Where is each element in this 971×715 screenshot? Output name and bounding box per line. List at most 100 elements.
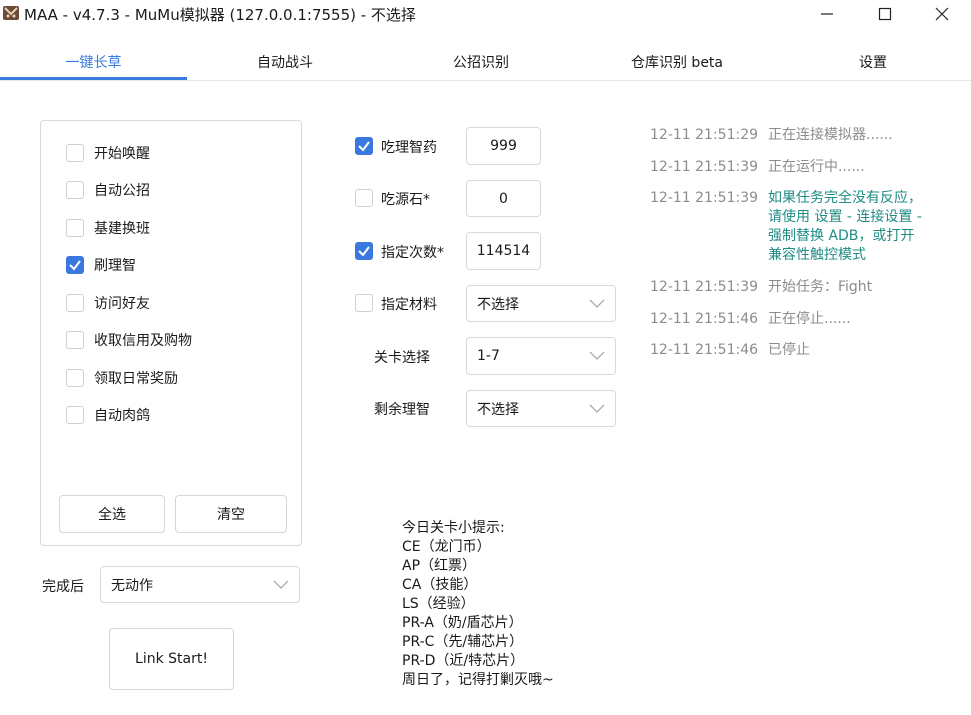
- log-time: 12-11 21:51:39: [650, 279, 759, 295]
- log-time: 12-11 21:51:29: [650, 127, 759, 143]
- task-label: 访问好友: [94, 296, 150, 312]
- stage-value: 1-7: [477, 348, 500, 364]
- minimize-button[interactable]: [798, 0, 856, 28]
- tab-auto-battle[interactable]: 自动战斗: [187, 52, 383, 74]
- log-time: 12-11 21:51:46: [650, 311, 759, 327]
- log-message: 正在连接模拟器......: [768, 127, 893, 143]
- times-label: 指定次数*: [381, 245, 444, 261]
- log-message: 开始任务：Fight: [768, 279, 873, 295]
- maximize-button[interactable]: [856, 0, 914, 28]
- task-item-wakeup[interactable]: 开始唤醒: [66, 143, 150, 163]
- app-icon: [3, 6, 19, 20]
- tip-line: CA（技能）: [402, 577, 478, 593]
- times-checkbox[interactable]: [355, 242, 373, 260]
- title-bar: MAA - v4.7.3 - MuMu模拟器 (127.0.0.1:7555) …: [0, 0, 971, 28]
- checkbox[interactable]: [66, 406, 84, 424]
- tip-line: AP（红票）: [402, 558, 477, 574]
- material-select[interactable]: 不选择: [466, 285, 616, 322]
- material-checkbox[interactable]: [355, 294, 373, 312]
- checkmark-icon: [358, 141, 370, 152]
- checkbox[interactable]: [66, 219, 84, 237]
- task-item-visit[interactable]: 访问好友: [66, 293, 150, 313]
- checkbox-checked[interactable]: [66, 256, 84, 274]
- task-label: 刷理智: [94, 258, 136, 274]
- tab-one-click[interactable]: 一键长草: [0, 52, 187, 74]
- task-item-fight[interactable]: 刷理智: [66, 255, 136, 275]
- clear-button[interactable]: 清空: [175, 495, 287, 533]
- after-complete-select[interactable]: 无动作: [100, 566, 300, 603]
- tip-line: PR-D（近/特芯片）: [402, 653, 525, 669]
- stone-input[interactable]: 0: [466, 180, 541, 217]
- material-value: 不选择: [477, 296, 519, 313]
- checkmark-icon: [358, 246, 370, 257]
- stone-label: 吃源石*: [381, 192, 430, 208]
- task-label: 收取信用及购物: [94, 333, 192, 349]
- checkbox[interactable]: [66, 294, 84, 312]
- tip-line: CE（龙门币）: [402, 539, 491, 555]
- tab-settings[interactable]: 设置: [775, 52, 971, 74]
- log-message: 请使用 设置 - 连接设置 -: [768, 209, 922, 225]
- task-item-roguelike[interactable]: 自动肉鸽: [66, 405, 150, 425]
- stage-label: 关卡选择: [374, 350, 430, 366]
- task-label: 自动肉鸽: [94, 408, 150, 424]
- close-button[interactable]: [913, 0, 971, 28]
- chevron-down-icon: [589, 299, 605, 308]
- task-item-mall[interactable]: 收取信用及购物: [66, 330, 192, 350]
- log-message: 正在运行中......: [768, 159, 865, 175]
- checkbox[interactable]: [66, 331, 84, 349]
- close-icon: [935, 7, 949, 21]
- log-time: 12-11 21:51:39: [650, 159, 759, 175]
- log-message: 兼容性触控模式: [768, 247, 866, 263]
- window-title: MAA - v4.7.3 - MuMu模拟器 (127.0.0.1:7555) …: [24, 6, 416, 24]
- checkbox[interactable]: [66, 369, 84, 387]
- tip-line: PR-C（先/辅芯片）: [402, 634, 524, 650]
- medicine-value: 999: [490, 138, 517, 154]
- task-label: 领取日常奖励: [94, 371, 178, 387]
- tip-line: PR-A（奶/盾芯片）: [402, 615, 523, 631]
- log-time: 12-11 21:51:39: [650, 190, 759, 206]
- log-time: 12-11 21:51:46: [650, 342, 759, 358]
- task-label: 自动公招: [94, 183, 150, 199]
- medicine-label: 吃理智药: [381, 140, 437, 156]
- log-message: 如果任务完全没有反应，: [768, 190, 922, 206]
- task-list-panel: 开始唤醒 自动公招 基建换班 刷理智 访问好友 收取信用及购物 领取日常奖励 自…: [40, 120, 302, 546]
- remaining-sanity-value: 不选择: [477, 401, 519, 418]
- task-label: 基建换班: [94, 221, 150, 237]
- stone-value: 0: [499, 190, 508, 207]
- minimize-icon: [821, 13, 833, 15]
- task-item-recruit[interactable]: 自动公招: [66, 180, 150, 200]
- tip-line: LS（经验）: [402, 596, 475, 612]
- times-value: 114514: [476, 243, 531, 259]
- task-item-award[interactable]: 领取日常奖励: [66, 368, 178, 388]
- remaining-sanity-label: 剩余理智: [374, 402, 430, 418]
- chevron-down-icon: [589, 404, 605, 413]
- tip-line: 周日了，记得打剿灭哦~: [402, 672, 554, 688]
- remaining-sanity-select[interactable]: 不选择: [466, 390, 616, 427]
- chevron-down-icon: [589, 351, 605, 360]
- medicine-input[interactable]: 999: [466, 127, 541, 165]
- stage-select[interactable]: 1-7: [466, 337, 616, 375]
- task-item-infrast[interactable]: 基建换班: [66, 218, 150, 238]
- link-start-button[interactable]: Link Start!: [109, 628, 234, 690]
- medicine-checkbox[interactable]: [355, 137, 373, 155]
- after-complete-label: 完成后: [42, 579, 84, 595]
- times-input[interactable]: 114514: [466, 232, 541, 270]
- select-all-button[interactable]: 全选: [59, 495, 165, 533]
- log-message: 正在停止......: [768, 311, 851, 327]
- task-label: 开始唤醒: [94, 146, 150, 162]
- stage-tips: 今日关卡小提示: CE（龙门币） AP（红票） CA（技能） LS（经验） PR…: [402, 519, 554, 690]
- tab-divider: [0, 80, 971, 81]
- checkbox[interactable]: [66, 181, 84, 199]
- maximize-icon: [878, 7, 892, 21]
- material-label: 指定材料: [381, 297, 437, 313]
- tab-recruit[interactable]: 公招识别: [383, 52, 579, 74]
- checkmark-icon: [69, 260, 81, 271]
- log-message: 强制替换 ADB，或打开: [768, 228, 915, 244]
- tab-depot[interactable]: 仓库识别 beta: [579, 52, 775, 74]
- checkbox[interactable]: [66, 144, 84, 162]
- stone-checkbox[interactable]: [355, 189, 373, 207]
- tip-line: 今日关卡小提示:: [402, 520, 505, 536]
- chevron-down-icon: [273, 580, 289, 589]
- log-message: 已停止: [768, 342, 810, 358]
- after-complete-value: 无动作: [111, 577, 153, 594]
